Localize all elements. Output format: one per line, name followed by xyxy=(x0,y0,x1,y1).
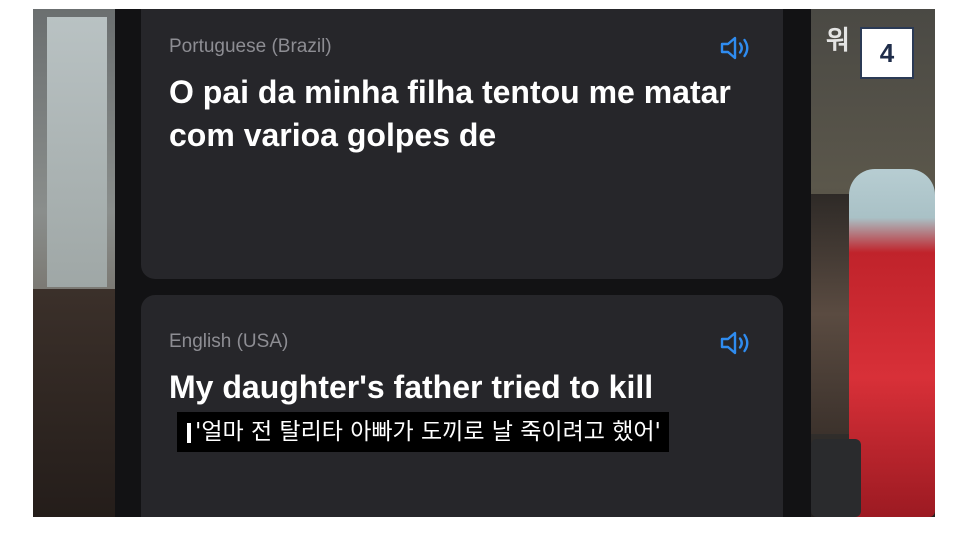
subtitle-marker xyxy=(187,422,191,443)
source-language-label: Portuguese (Brazil) xyxy=(169,36,332,57)
channel-watermark: 워 xyxy=(826,26,850,56)
korean-subtitle: '얼마 전 탈리타 아빠가 도끼로 날 죽이려고 했어' xyxy=(177,412,669,452)
background-right xyxy=(811,9,935,517)
background-person xyxy=(33,289,115,517)
background-left xyxy=(33,9,115,517)
number-badge: 4 xyxy=(860,27,914,79)
speaker-icon[interactable] xyxy=(719,35,753,61)
target-text: My daughter's father tried to kill xyxy=(169,369,654,405)
source-translation-card: Portuguese (Brazil) O pai da minha filha… xyxy=(141,9,783,279)
target-translation-card: English (USA) My daughter's father tried… xyxy=(141,295,783,517)
background-device xyxy=(811,439,861,517)
subtitle-text: '얼마 전 탈리타 아빠가 도끼로 날 죽이려고 했어' xyxy=(195,419,661,445)
target-language-label: English (USA) xyxy=(169,331,289,352)
speaker-icon[interactable] xyxy=(719,330,753,356)
background-wall xyxy=(47,17,107,287)
source-text: O pai da minha filha tentou me matar com… xyxy=(169,74,731,153)
background-bottle xyxy=(849,169,935,517)
